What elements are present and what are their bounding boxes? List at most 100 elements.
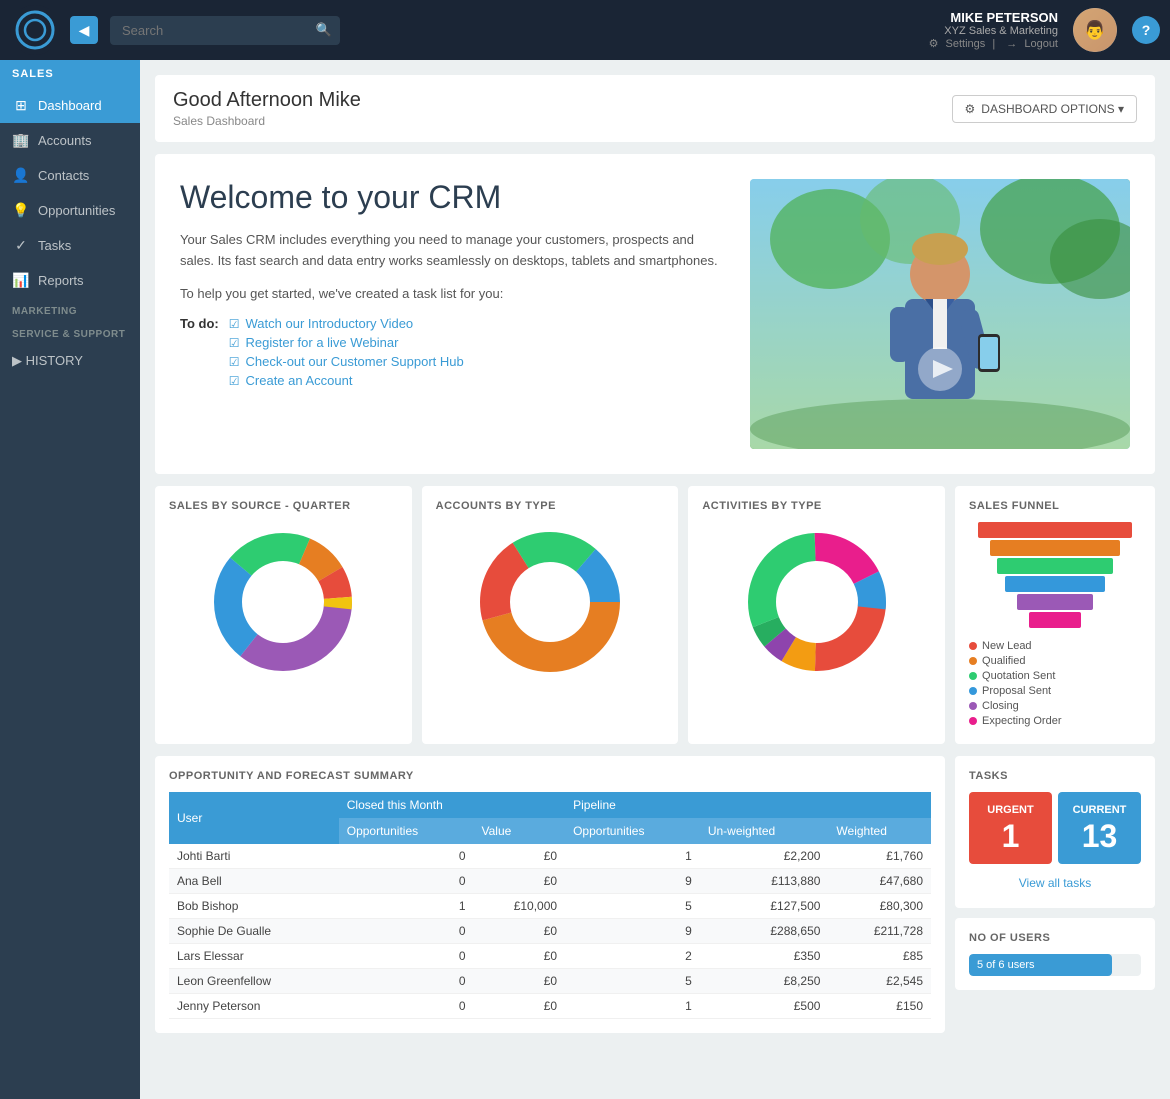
cell-unweighted: £113,880 xyxy=(700,869,829,894)
legend-dot-0 xyxy=(969,642,977,650)
forecast-card: OPPORTUNITY AND FORECAST SUMMARY User Cl… xyxy=(155,756,945,1033)
avatar: 👨 xyxy=(1073,8,1117,52)
legend-label-5: Expecting Order xyxy=(982,715,1061,727)
sidebar-item-tasks[interactable]: ✓ Tasks xyxy=(0,228,140,263)
sidebar-item-history[interactable]: ▶ HISTORY xyxy=(0,344,140,378)
settings-link[interactable]: Settings xyxy=(946,38,986,50)
todo-item-2[interactable]: ☑ Check-out our Customer Support Hub xyxy=(229,354,464,369)
todo-item-label-1: Register for a live Webinar xyxy=(246,335,399,350)
search-icon: 🔍 xyxy=(316,22,332,38)
user-info: MIKE PETERSON XYZ Sales & Marketing ⚙ Se… xyxy=(925,10,1058,50)
separator: | xyxy=(992,38,998,50)
history-label: ▶ HISTORY xyxy=(12,353,83,369)
cell-cl-opp: 0 xyxy=(339,944,474,969)
users-bar: 5 of 6 users xyxy=(969,954,1112,976)
view-all-tasks-link[interactable]: View all tasks xyxy=(969,872,1141,894)
search-input[interactable] xyxy=(110,16,340,45)
cell-user: Lars Elessar xyxy=(169,944,339,969)
accounts-by-type-title: ACCOUNTS BY TYPE xyxy=(436,500,665,512)
sidebar-label-accounts: Accounts xyxy=(38,133,91,148)
sidebar-item-accounts[interactable]: 🏢 Accounts xyxy=(0,123,140,158)
todo-item-3[interactable]: ☑ Create an Account xyxy=(229,373,464,388)
table-row: Sophie De Gualle 0 £0 9 £288,650 £211,72… xyxy=(169,919,931,944)
todo-label: To do: xyxy=(180,316,219,331)
cell-user: Jenny Peterson xyxy=(169,994,339,1019)
welcome-banner: Welcome to your CRM Your Sales CRM inclu… xyxy=(155,154,1155,474)
col-pipeline: Pipeline xyxy=(565,792,931,818)
page-title: Good Afternoon Mike xyxy=(173,89,361,112)
dashboard-options-button[interactable]: ⚙ DASHBOARD OPTIONS ▾ xyxy=(952,95,1137,123)
page-header: Good Afternoon Mike Sales Dashboard ⚙ DA… xyxy=(155,75,1155,142)
settings-icon: ⚙ xyxy=(929,38,939,50)
cell-weighted: £85 xyxy=(828,944,931,969)
col-cl-opp: Opportunities xyxy=(339,818,474,844)
activities-by-type-title: ACTIVITIES BY TYPE xyxy=(702,500,931,512)
cell-unweighted: £8,250 xyxy=(700,969,829,994)
legend-item-1: Qualified xyxy=(969,655,1141,667)
tasks-boxes: URGENT 1 CURRENT 13 xyxy=(969,792,1141,864)
header-right: MIKE PETERSON XYZ Sales & Marketing ⚙ Se… xyxy=(925,8,1160,52)
urgent-task-box[interactable]: URGENT 1 xyxy=(969,792,1052,864)
help-button[interactable]: ? xyxy=(1132,16,1160,44)
app-body: SALES ⊞ Dashboard 🏢 Accounts 👤 Contacts … xyxy=(0,60,1170,1099)
dashboard-options-label: DASHBOARD OPTIONS ▾ xyxy=(981,102,1124,116)
legend-label-2: Quotation Sent xyxy=(982,670,1055,682)
sales-by-source-chart xyxy=(169,522,398,682)
cell-weighted: £211,728 xyxy=(828,919,931,944)
dashboard-icon: ⊞ xyxy=(12,97,30,114)
charts-row: SALES BY SOURCE - QUARTER xyxy=(155,486,1155,744)
cell-cl-val: £10,000 xyxy=(474,894,566,919)
cell-unweighted: £500 xyxy=(700,994,829,1019)
sidebar-label-tasks: Tasks xyxy=(38,238,71,253)
sales-by-source-title: SALES BY SOURCE - QUARTER xyxy=(169,500,398,512)
legend-label-3: Proposal Sent xyxy=(982,685,1051,697)
cell-pl-opp: 5 xyxy=(565,894,700,919)
app-logo xyxy=(10,5,60,55)
cell-cl-opp: 1 xyxy=(339,894,474,919)
table-row: Johti Barti 0 £0 1 £2,200 £1,760 xyxy=(169,844,931,869)
cell-user: Bob Bishop xyxy=(169,894,339,919)
current-label: CURRENT xyxy=(1066,804,1133,816)
cell-cl-val: £0 xyxy=(474,919,566,944)
welcome-desc1: Your Sales CRM includes everything you n… xyxy=(180,230,730,272)
check-icon-1: ☑ xyxy=(229,336,240,350)
todo-item-1[interactable]: ☑ Register for a live Webinar xyxy=(229,335,464,350)
user-company: XYZ Sales & Marketing xyxy=(925,25,1058,37)
sidebar-label-reports: Reports xyxy=(38,273,84,288)
service-section-label: SERVICE & SUPPORT xyxy=(0,321,140,344)
sidebar-item-dashboard[interactable]: ⊞ Dashboard xyxy=(0,88,140,123)
legend-item-0: New Lead xyxy=(969,640,1141,652)
gear-icon: ⚙ xyxy=(965,102,976,116)
todo-section: To do: ☑ Watch our Introductory Video ☑ … xyxy=(180,316,730,392)
check-icon-0: ☑ xyxy=(229,317,240,331)
legend-item-3: Proposal Sent xyxy=(969,685,1141,697)
todo-item-label-0: Watch our Introductory Video xyxy=(246,316,414,331)
sales-by-source-card: SALES BY SOURCE - QUARTER xyxy=(155,486,412,744)
sidebar-item-reports[interactable]: 📊 Reports xyxy=(0,263,140,298)
logout-link[interactable]: Logout xyxy=(1024,38,1058,50)
nav-toggle-button[interactable]: ◀ xyxy=(70,16,98,44)
sidebar-item-opportunities[interactable]: 💡 Opportunities xyxy=(0,193,140,228)
users-count-label: 5 of 6 users xyxy=(977,959,1034,971)
check-icon-3: ☑ xyxy=(229,374,240,388)
sidebar-item-contacts[interactable]: 👤 Contacts xyxy=(0,158,140,193)
logout-icon: → xyxy=(1006,38,1017,50)
cell-cl-val: £0 xyxy=(474,944,566,969)
col-weighted: Weighted xyxy=(828,818,931,844)
contacts-icon: 👤 xyxy=(12,167,30,184)
cell-cl-val: £0 xyxy=(474,994,566,1019)
accounts-icon: 🏢 xyxy=(12,132,30,149)
legend-item-2: Quotation Sent xyxy=(969,670,1141,682)
cell-cl-opp: 0 xyxy=(339,994,474,1019)
col-user: User xyxy=(169,792,339,844)
sales-funnel-card: SALES FUNNEL New Lead Qu xyxy=(955,486,1155,744)
cell-cl-opp: 0 xyxy=(339,969,474,994)
legend-label-1: Qualified xyxy=(982,655,1025,667)
table-row: Ana Bell 0 £0 9 £113,880 £47,680 xyxy=(169,869,931,894)
sidebar-label-dashboard: Dashboard xyxy=(38,98,102,113)
table-row: Bob Bishop 1 £10,000 5 £127,500 £80,300 xyxy=(169,894,931,919)
bottom-row: OPPORTUNITY AND FORECAST SUMMARY User Cl… xyxy=(155,756,1155,1033)
todo-item-0[interactable]: ☑ Watch our Introductory Video xyxy=(229,316,464,331)
table-row: Lars Elessar 0 £0 2 £350 £85 xyxy=(169,944,931,969)
current-task-box[interactable]: CURRENT 13 xyxy=(1058,792,1141,864)
